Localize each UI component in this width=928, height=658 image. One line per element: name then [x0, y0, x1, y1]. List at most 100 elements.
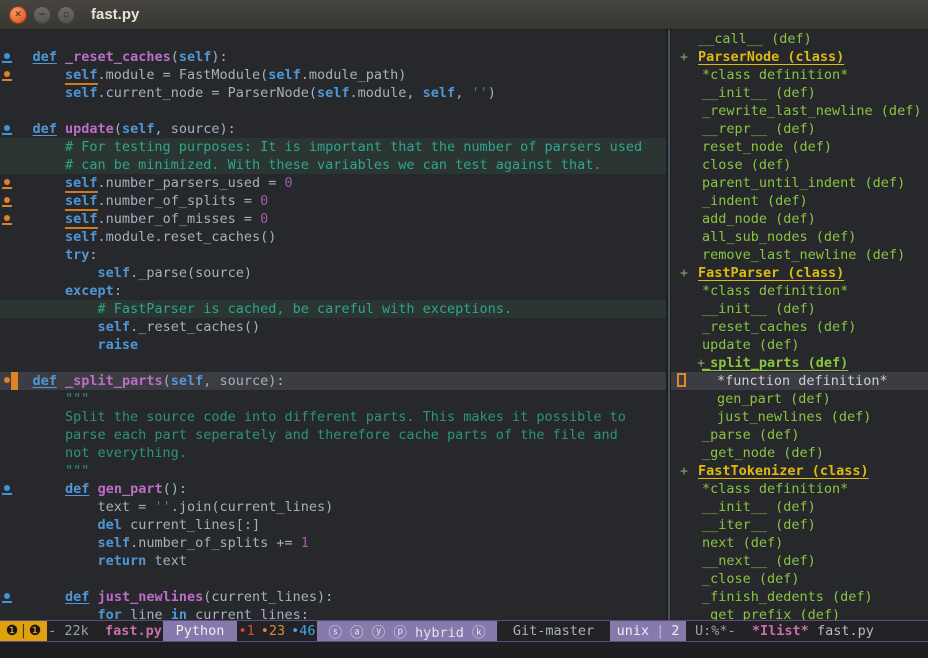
outline-item[interactable]: _indent (def)	[671, 192, 928, 210]
code-line[interactable]: def _split_parts(self, source):	[0, 372, 666, 390]
outline-item[interactable]: _get_node (def)	[671, 444, 928, 462]
outline-item[interactable]: _rewrite_last_newline (def)	[671, 102, 928, 120]
code-line[interactable]: def _reset_caches(self):	[0, 48, 666, 66]
maximize-button[interactable]: ▫	[57, 6, 75, 24]
outline-item[interactable]: *class definition*	[671, 66, 928, 84]
outline-item[interactable]: +FastParser (class)	[671, 264, 928, 282]
code-line[interactable]: not everything.	[0, 444, 666, 462]
code-token: just_newlines	[98, 589, 204, 605]
outline-item[interactable]: __init__ (def)	[671, 498, 928, 516]
buffer-info-segment[interactable]: - 22k fast.py	[47, 621, 163, 641]
outline-item[interactable]: parent_until_indent (def)	[671, 174, 928, 192]
outline-item[interactable]: _parse (def)	[671, 426, 928, 444]
code-line[interactable]: self._parse(source)	[0, 264, 666, 282]
code-line[interactable]: return text	[0, 552, 666, 570]
outline-item[interactable]: *class definition*	[671, 480, 928, 498]
code-editor[interactable]: def _reset_caches(self): self.module = F…	[0, 30, 666, 620]
outline-item[interactable]: _reset_caches (def)	[671, 318, 928, 336]
code-line[interactable]	[0, 102, 666, 120]
outline-item[interactable]: __next__ (def)	[671, 552, 928, 570]
code-token: 0	[284, 175, 292, 191]
outline-item-label: _get_prefix (def)	[702, 607, 840, 620]
outline-item[interactable]: add_node (def)	[671, 210, 928, 228]
minor-modes-segment[interactable]: ⓢ ⓐ ⓨ ⓟ hybrid ⓚ	[317, 621, 497, 641]
flycheck-counts-segment[interactable]: •1•23•46	[237, 621, 317, 641]
code-line[interactable]: raise	[0, 336, 666, 354]
code-token	[57, 121, 65, 137]
outline-item[interactable]: _get_prefix (def)	[671, 606, 928, 620]
code-line[interactable]: self.number_of_misses = 0	[0, 210, 666, 228]
outline-item[interactable]: +_split_parts (def)	[671, 354, 928, 372]
code-line[interactable]: parse each part seperately and therefore…	[0, 426, 666, 444]
expand-marker-icon[interactable]: +	[680, 48, 688, 66]
outline-item[interactable]: __repr__ (def)	[671, 120, 928, 138]
code-line[interactable]	[0, 354, 666, 372]
code-line[interactable]: self.number_parsers_used = 0	[0, 174, 666, 192]
code-line[interactable]: # For testing purposes: It is important …	[0, 138, 666, 156]
imenu-outline-panel[interactable]: __call__ (def)+ParserNode (class)*class …	[671, 30, 928, 620]
minibuffer[interactable]	[0, 642, 928, 658]
outline-item[interactable]: _close (def)	[671, 570, 928, 588]
outline-item[interactable]: __iter__ (def)	[671, 516, 928, 534]
outline-item[interactable]: reset_node (def)	[671, 138, 928, 156]
outline-item[interactable]: +FastTokenizer (class)	[671, 462, 928, 480]
outline-item[interactable]: update (def)	[671, 336, 928, 354]
code-line[interactable]: def gen_part():	[0, 480, 666, 498]
outline-item[interactable]: _finish_dedents (def)	[671, 588, 928, 606]
outline-item[interactable]: *function definition*	[671, 372, 928, 390]
git-branch-segment[interactable]: Git-master	[497, 621, 610, 641]
encoding-segment[interactable]: unix|2	[610, 621, 686, 641]
outline-item[interactable]: next (def)	[671, 534, 928, 552]
outline-item-label: __init__ (def)	[702, 301, 816, 317]
code-line[interactable]: def just_newlines(current_lines):	[0, 588, 666, 606]
code-line[interactable]	[0, 570, 666, 588]
code-line[interactable]: # FastParser is cached, be careful with …	[0, 300, 666, 318]
outline-item[interactable]: gen_part (def)	[671, 390, 928, 408]
code-line[interactable]: self.module = FastModule(self.module_pat…	[0, 66, 666, 84]
outline-item[interactable]: __call__ (def)	[671, 30, 928, 48]
outline-item[interactable]: +ParserNode (class)	[671, 48, 928, 66]
expand-marker-icon[interactable]: +	[697, 354, 705, 372]
code-line[interactable]: Split the source code into different par…	[0, 408, 666, 426]
code-line[interactable]: self.number_of_splits += 1	[0, 534, 666, 552]
expand-marker-icon[interactable]: +	[680, 462, 688, 480]
outline-item[interactable]: all_sub_nodes (def)	[671, 228, 928, 246]
code-line[interactable]: """	[0, 390, 666, 408]
code-line[interactable]: # can be minimized. With these variables…	[0, 156, 666, 174]
code-line[interactable]: try:	[0, 246, 666, 264]
code-line[interactable]: except:	[0, 282, 666, 300]
fringe-underline-mark	[2, 205, 12, 207]
outline-item-label: _finish_dedents (def)	[702, 589, 873, 605]
outline-item[interactable]: just_newlines (def)	[671, 408, 928, 426]
ilist-buffer-name: *Ilist*	[752, 623, 809, 639]
window-number-segment[interactable]: ❶|❶	[0, 621, 47, 641]
minimize-button[interactable]: −	[33, 6, 51, 24]
outline-item-label: _rewrite_last_newline (def)	[702, 103, 921, 119]
code-token: gen_part	[98, 481, 163, 497]
outline-item[interactable]: __init__ (def)	[671, 300, 928, 318]
code-token: def	[33, 49, 57, 65]
code-line[interactable]: self.current_node = ParserNode(self.modu…	[0, 84, 666, 102]
outline-item[interactable]: close (def)	[671, 156, 928, 174]
fringe-warning-icon	[4, 179, 10, 185]
code-line[interactable]: text = ''.join(current_lines)	[0, 498, 666, 516]
code-token: .module = FastModule(	[98, 67, 269, 83]
code-line[interactable]: self._reset_caches()	[0, 318, 666, 336]
code-line[interactable]: self.module.reset_caches()	[0, 228, 666, 246]
code-token: Split the source code into different par…	[0, 409, 626, 425]
major-mode-segment[interactable]: Python	[163, 621, 237, 641]
code-line[interactable]: self.number_of_splits = 0	[0, 192, 666, 210]
outline-item[interactable]: __init__ (def)	[671, 84, 928, 102]
code-token: self	[65, 211, 98, 229]
outline-item-label: __next__ (def)	[702, 553, 816, 569]
outline-item[interactable]: *class definition*	[671, 282, 928, 300]
expand-marker-icon[interactable]: +	[680, 264, 688, 282]
close-button[interactable]: ✕	[9, 6, 27, 24]
ilist-modeline[interactable]: U:%*- *Ilist* fast.py	[686, 621, 928, 641]
outline-item[interactable]: remove_last_newline (def)	[671, 246, 928, 264]
code-line[interactable]: for line in current_lines:	[0, 606, 666, 620]
code-line[interactable]: """	[0, 462, 666, 480]
code-line[interactable]: def update(self, source):	[0, 120, 666, 138]
code-token: _split_parts	[65, 373, 163, 389]
code-line[interactable]: del current_lines[:]	[0, 516, 666, 534]
